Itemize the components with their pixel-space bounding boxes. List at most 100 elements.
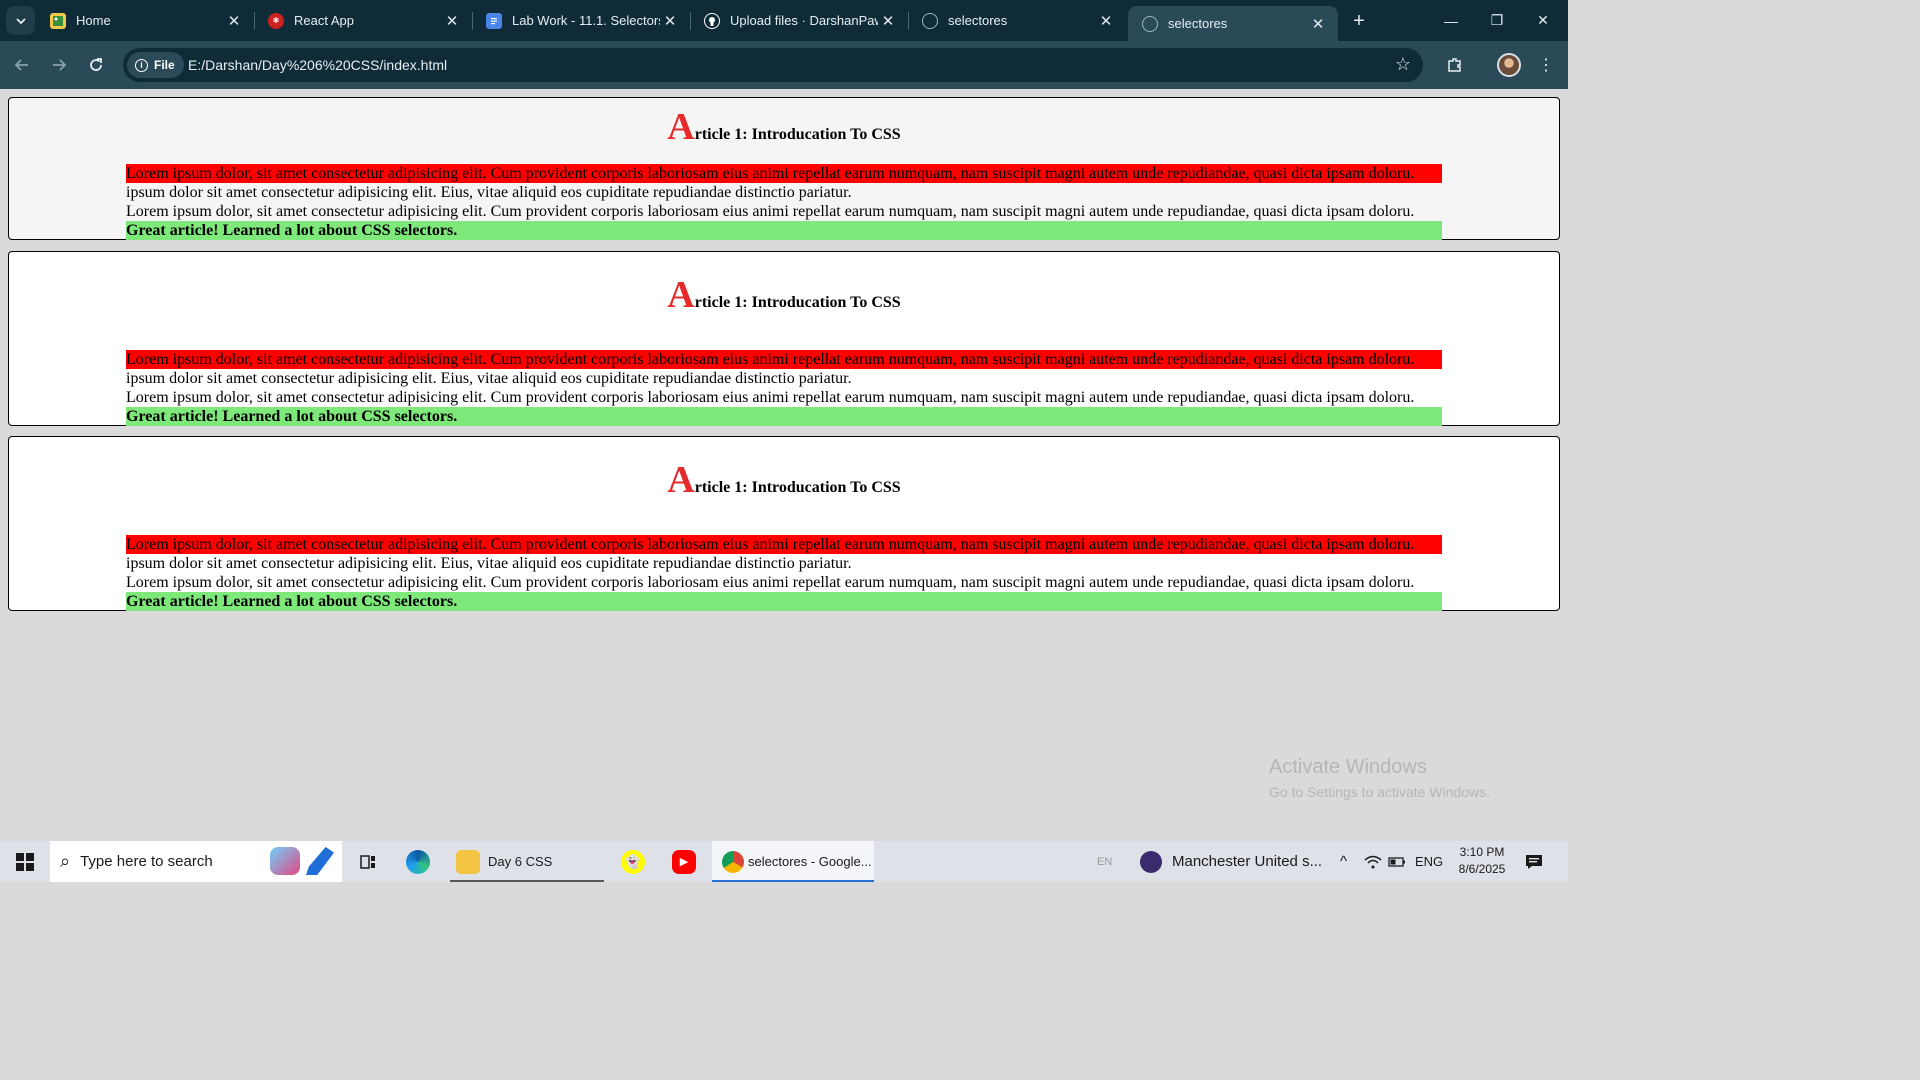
taskbar-app-explorer[interactable]: Day 6 CSS [450, 841, 606, 882]
chrome-icon [722, 850, 744, 873]
youtube-icon: ▶ [672, 849, 696, 874]
tab-lab-work[interactable]: Lab Work - 11.1. Selectors ✕ [472, 0, 691, 41]
clock-date: 8/6/2025 [1458, 862, 1506, 876]
news-widget[interactable]: Manchester United s... [1140, 841, 1322, 882]
tab-selectores[interactable]: selectores ✕ [908, 0, 1126, 41]
article-title: Article 1: Introducation To CSS [9, 461, 1559, 499]
show-hidden-icons-button[interactable]: ^ [1340, 841, 1347, 882]
snapchat-icon: 👻 [621, 849, 645, 874]
extensions-button[interactable] [1441, 51, 1469, 79]
tab-strip: Home ✕ ⚛ React App ✕ Lab Work - 11.1. Se… [0, 0, 1568, 41]
tab-search-button[interactable] [6, 6, 35, 35]
taskbar-app-label: selectores - Google... [748, 854, 872, 869]
wifi-icon[interactable] [1364, 841, 1382, 882]
windows-start-icon[interactable] [10, 849, 40, 875]
puzzle-icon [1448, 58, 1461, 72]
news-headline: Manchester United s... [1172, 853, 1323, 870]
chevron-down-icon [15, 17, 26, 24]
app-active-indicator [712, 880, 874, 882]
notification-icon [1526, 854, 1542, 869]
tab-close-icon[interactable]: ✕ [1096, 11, 1116, 31]
reload-icon [90, 58, 102, 71]
folder-icon [456, 849, 480, 874]
tab-label: selectores [1168, 16, 1228, 31]
red-paragraph: Lorem ipsum dolor, sit amet consectetur … [126, 535, 1442, 554]
article-card: Article 1: Introducation To CSS Lorem ip… [8, 97, 1560, 240]
chevron-up-icon: ^ [1340, 853, 1348, 870]
back-button[interactable] [8, 51, 36, 79]
battery-icon[interactable] [1388, 841, 1406, 882]
clock-time: 3:10 PM [1459, 845, 1505, 859]
drop-cap: A [667, 459, 695, 501]
drop-cap: A [667, 106, 695, 148]
tab-label: selectores [948, 13, 1008, 28]
address-bar[interactable]: i File E:/Darshan/Day%206%20CSS/index.ht… [123, 48, 1423, 82]
menu-button[interactable]: ⋮ [1532, 51, 1560, 79]
article-title-text: rticle 1: Introducation To CSS [694, 126, 901, 143]
task-view-icon [356, 850, 380, 874]
tab-close-icon[interactable]: ✕ [1308, 14, 1328, 34]
article-title: Article 1: Introducation To CSS [9, 276, 1559, 314]
article-title-text: rticle 1: Introducation To CSS [694, 479, 901, 496]
tab-home[interactable]: Home ✕ [36, 0, 255, 41]
tab-react-app[interactable]: ⚛ React App ✕ [254, 0, 473, 41]
restore-button[interactable]: ❐ [1474, 0, 1520, 41]
back-arrow-icon [14, 59, 28, 71]
tab-upload-files[interactable]: Upload files · DarshanPawa ✕ [690, 0, 909, 41]
activate-windows-subtitle: Go to Settings to activate Windows. [1269, 784, 1490, 800]
tab-label: Lab Work - 11.1. Selectors [512, 13, 660, 28]
minimize-button[interactable]: — [1428, 0, 1474, 41]
task-view-button[interactable] [356, 841, 388, 882]
tab-close-icon[interactable]: ✕ [660, 11, 680, 31]
kebab-menu-icon: ⋮ [1538, 57, 1554, 74]
profile-avatar[interactable] [1497, 53, 1521, 77]
forward-arrow-icon [53, 59, 67, 71]
edge-app[interactable] [406, 841, 438, 882]
tab-close-icon[interactable]: ✕ [442, 11, 462, 31]
green-comment: Great article! Learned a lot about CSS s… [126, 407, 1442, 426]
new-tab-button[interactable]: + [1346, 8, 1372, 34]
forward-button[interactable] [45, 51, 73, 79]
docs-favicon-icon [486, 12, 502, 29]
taskbar-clock[interactable]: 3:10 PM 8/6/2025 [1446, 844, 1518, 878]
article-card: Article 1: Introducation To CSS Lorem ip… [8, 251, 1560, 426]
plain-paragraph: ipsum dolor sit amet consectetur adipisi… [126, 184, 852, 201]
youtube-app[interactable]: ▶ [672, 841, 704, 882]
taskbar-search-box[interactable]: ⌕ Type here to search [50, 841, 342, 882]
search-icon: ⌕ [60, 851, 71, 871]
green-comment: Great article! Learned a lot about CSS s… [126, 221, 1442, 240]
article-title: Article 1: Introducation To CSS [9, 108, 1559, 146]
ime-indicator: EN [1097, 855, 1113, 868]
notifications-button[interactable] [1524, 841, 1544, 882]
home-favicon-icon [50, 12, 66, 29]
taskbar: ⌕ Type here to search Day 6 CSS 👻 ▶ sele… [0, 841, 1568, 882]
globe-icon [1142, 15, 1158, 32]
tab-label: React App [294, 13, 354, 28]
reload-button[interactable] [82, 51, 110, 79]
article-title-text: rticle 1: Introducation To CSS [694, 294, 901, 311]
drop-cap: A [667, 274, 695, 316]
lorem-paragraph: Lorem ipsum dolor, sit amet consectetur … [126, 389, 1415, 406]
tab-selectores-active[interactable]: selectores ✕ [1128, 6, 1338, 41]
tab-close-icon[interactable]: ✕ [878, 11, 898, 31]
url-text[interactable]: E:/Darshan/Day%206%20CSS/index.html [188, 57, 447, 73]
site-info-label: File [154, 58, 175, 72]
edge-icon [406, 849, 430, 874]
site-info-chip[interactable]: i File [127, 52, 184, 78]
search-highlight-icon [270, 847, 300, 875]
team-crest-icon [1140, 850, 1162, 873]
tab-label: Home [76, 13, 111, 28]
language-indicator[interactable]: ENG [1415, 841, 1443, 882]
plain-paragraph: ipsum dolor sit amet consectetur adipisi… [126, 370, 852, 387]
search-placeholder: Type here to search [80, 853, 213, 870]
tab-close-icon[interactable]: ✕ [224, 11, 244, 31]
plain-paragraph: ipsum dolor sit amet consectetur adipisi… [126, 555, 852, 572]
close-window-button[interactable]: ✕ [1520, 0, 1566, 41]
taskbar-app-chrome[interactable]: selectores - Google... [712, 841, 874, 882]
red-paragraph: Lorem ipsum dolor, sit amet consectetur … [126, 164, 1442, 183]
snapchat-app[interactable]: 👻 [621, 841, 653, 882]
bookmark-star-icon[interactable]: ☆ [1395, 54, 1411, 75]
lorem-paragraph: Lorem ipsum dolor, sit amet consectetur … [126, 203, 1415, 220]
red-paragraph: Lorem ipsum dolor, sit amet consectetur … [126, 350, 1442, 369]
taskbar-app-label: Day 6 CSS [488, 854, 553, 869]
